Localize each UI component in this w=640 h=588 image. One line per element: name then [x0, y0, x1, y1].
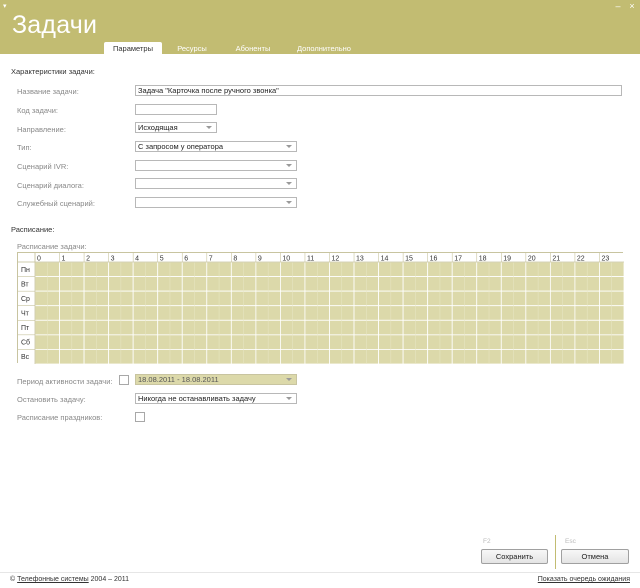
task-section-title: Характеристики задачи:: [11, 67, 95, 76]
dialog-select[interactable]: [135, 178, 297, 189]
schedule-grid[interactable]: 0 1 2 3 4 5 6 7 8 9 10 11 12 13 14 15 16 17 18 19 20 21 22 23 Пн…: [17, 252, 624, 364]
direction-value: Исходящая: [138, 123, 178, 132]
tab-parameters[interactable]: Параметры: [104, 42, 162, 54]
hour-label: 6: [184, 256, 188, 263]
direction-select[interactable]: Исходящая: [135, 122, 217, 133]
hour-label: 8: [233, 256, 237, 263]
hour-label: 15: [405, 256, 413, 263]
hour-label: 18: [479, 256, 487, 263]
ivr-label: Сценарий IVR:: [17, 162, 69, 171]
save-button[interactable]: Сохранить: [481, 549, 548, 564]
day-label: Вс: [21, 354, 30, 361]
stop-select[interactable]: Никогда не останавливать задачу: [135, 393, 297, 404]
task-code-label: Код задачи:: [17, 106, 59, 115]
chevron-down-icon: [286, 182, 292, 185]
service-select[interactable]: [135, 197, 297, 208]
direction-label: Направление:: [17, 125, 66, 134]
type-value: С запросом у оператора: [138, 142, 224, 151]
cancel-shortcut: Esc: [565, 538, 576, 545]
window-header: ▾ – × Задачи Параметры Ресурсы Абоненты …: [0, 0, 640, 54]
tab-additional[interactable]: Дополнительно: [284, 42, 364, 54]
cancel-button[interactable]: Отмена: [561, 549, 629, 564]
tab-subscribers[interactable]: Абоненты: [222, 42, 284, 54]
minimize-button[interactable]: –: [614, 2, 622, 11]
type-select[interactable]: С запросом у оператора: [135, 141, 297, 152]
stop-label: Остановить задачу:: [17, 395, 86, 404]
day-label: Пн: [21, 267, 30, 274]
stop-value: Никогда не останавливать задачу: [138, 394, 256, 403]
day-label: Пт: [21, 325, 30, 332]
footer-divider: [555, 535, 556, 569]
day-label: Сб: [21, 339, 30, 347]
ivr-select[interactable]: [135, 160, 297, 171]
holidays-checkbox[interactable]: [135, 412, 145, 422]
hour-label: 1: [62, 256, 66, 263]
task-name-input[interactable]: Задача "Карточка после ручного звонка": [135, 85, 622, 96]
hour-label: 20: [528, 256, 536, 263]
close-button[interactable]: ×: [628, 2, 636, 11]
dialog-label: Сценарий диалога:: [17, 181, 84, 190]
window-controls: – ×: [614, 2, 636, 11]
hour-label: 14: [381, 256, 389, 263]
hour-label: 22: [577, 256, 585, 263]
hour-label: 3: [111, 256, 115, 263]
copyright-symbol: ©: [10, 576, 16, 583]
chevron-down-icon: [286, 397, 292, 400]
hour-label: 0: [37, 256, 41, 263]
active-period-checkbox[interactable]: [119, 375, 129, 385]
day-label: Вт: [21, 281, 29, 288]
chevron-down-icon: [286, 145, 292, 148]
show-queue-link[interactable]: Показать очередь ожидания: [538, 576, 630, 583]
hour-label: 9: [258, 256, 262, 263]
holidays-label: Расписание праздников:: [17, 413, 103, 422]
schedule-grid-label: Расписание задачи:: [17, 242, 87, 251]
day-label: Чт: [21, 311, 30, 318]
hour-label: 11: [307, 256, 314, 263]
copyright-years: 2004 – 2011: [90, 576, 130, 583]
schedule-grid-canvas[interactable]: 0 1 2 3 4 5 6 7 8 9 10 11 12 13 14 15 16 17 18 19 20 21 22 23Пн…: [18, 253, 624, 364]
hour-label: 16: [430, 256, 438, 263]
chevron-down-icon: [286, 201, 292, 204]
schedule-section-title: Расписание:: [11, 225, 55, 234]
save-shortcut: F2: [483, 538, 491, 545]
day-label: Ср: [21, 296, 30, 303]
active-period-label: Период активности задачи:: [17, 377, 113, 386]
hour-label: 4: [135, 256, 139, 263]
hour-label: 23: [601, 256, 609, 263]
type-label: Тип:: [17, 143, 32, 152]
page-title: Задачи: [12, 11, 98, 39]
hour-label: 2: [86, 256, 90, 263]
active-period-value: 18.08.2011 - 18.08.2011: [138, 375, 219, 384]
hour-label: 21: [552, 256, 560, 263]
company-link[interactable]: Телефонные системы: [17, 576, 89, 583]
task-name-label: Название задачи:: [17, 87, 79, 96]
hour-label: 12: [332, 256, 340, 263]
hour-label: 5: [160, 256, 164, 263]
hour-label: 7: [209, 256, 213, 263]
chevron-down-icon: [286, 164, 292, 167]
hour-label: 19: [503, 256, 511, 263]
tab-resources[interactable]: Ресурсы: [162, 42, 222, 54]
active-period-select[interactable]: 18.08.2011 - 18.08.2011: [135, 374, 297, 385]
tab-bar: Параметры Ресурсы Абоненты Дополнительно: [104, 42, 364, 54]
task-code-input[interactable]: [135, 104, 217, 115]
hour-label: 17: [454, 256, 462, 263]
chevron-down-icon: [286, 378, 292, 381]
chevron-down-icon: [206, 126, 212, 129]
hour-label: 10: [282, 256, 290, 263]
hour-label: 13: [356, 256, 364, 263]
service-label: Служебный сценарий:: [17, 199, 95, 208]
system-menu-icon[interactable]: ▾: [3, 2, 7, 10]
copyright: © Телефонные системы 2004 – 2011: [10, 576, 129, 583]
